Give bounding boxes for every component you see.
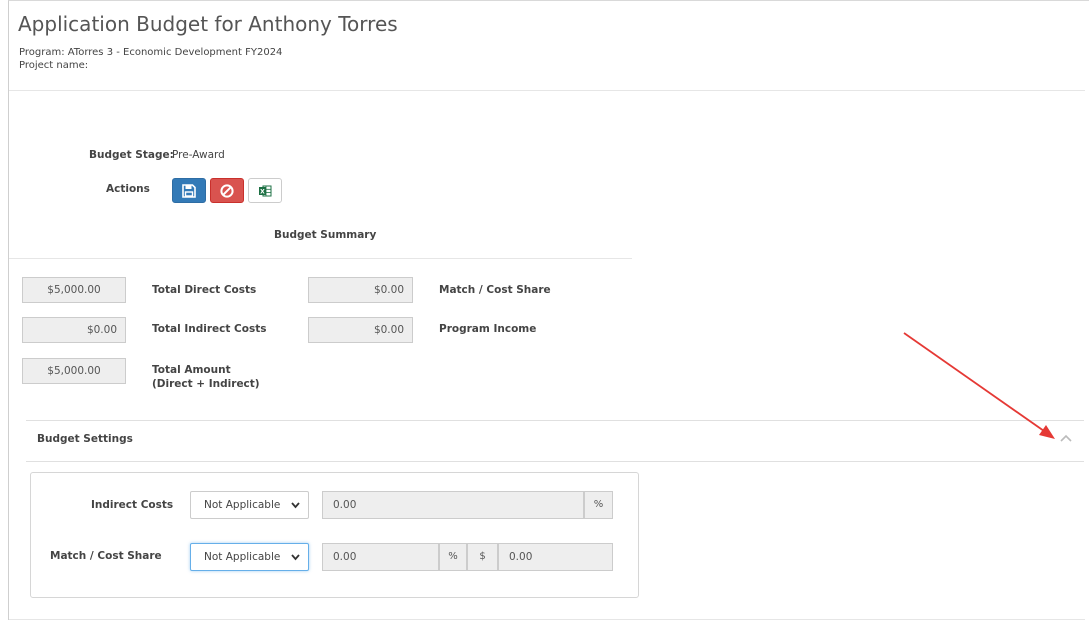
chevron-up-icon[interactable] (1060, 434, 1072, 442)
total-amount-label: Total Amount (152, 364, 231, 376)
indirect-costs-rate-input: 0.00 (322, 491, 584, 519)
indirect-percent-addon: % (584, 491, 613, 519)
total-amount-sublabel: (Direct + Indirect) (152, 378, 260, 390)
program-line: Program: ATorres 3 - Economic Developmen… (19, 47, 283, 58)
total-amount-value: $5,000.00 (22, 358, 126, 384)
export-excel-button[interactable]: X (248, 178, 282, 203)
match-cost-share-select[interactable]: Not Applicable (190, 543, 309, 571)
indirect-costs-select[interactable]: Not Applicable (190, 491, 309, 519)
budget-settings-panel: Indirect Costs Not Applicable 0.00 % Mat… (30, 472, 639, 598)
save-icon (182, 183, 196, 198)
ban-icon (220, 183, 234, 198)
match-dollar-addon: $ (467, 543, 498, 571)
match-cost-share-value: $0.00 (308, 277, 413, 303)
match-cost-share-settings-label: Match / Cost Share (50, 550, 162, 562)
budget-summary-heading: Budget Summary (274, 229, 377, 241)
budget-stage-label: Budget Stage: (89, 149, 174, 161)
summary-divider (9, 258, 632, 259)
program-income-value: $0.00 (308, 317, 413, 343)
program-income-label: Program Income (439, 323, 537, 335)
budget-stage-value: Pre-Award (172, 149, 225, 161)
match-percent-addon: % (439, 543, 467, 571)
save-button[interactable] (172, 178, 206, 203)
match-cost-share-select-value: Not Applicable (204, 551, 281, 563)
chevron-down-icon (291, 554, 300, 561)
cancel-button[interactable] (210, 178, 244, 203)
page-title: Application Budget for Anthony Torres (18, 12, 398, 36)
match-rate-input: 0.00 (322, 543, 439, 571)
budget-settings-header[interactable]: Budget Settings (26, 420, 1084, 462)
chevron-down-icon (291, 502, 300, 509)
total-indirect-costs-value: $0.00 (22, 317, 126, 343)
budget-settings-title: Budget Settings (37, 433, 133, 445)
match-amount-input: 0.00 (498, 543, 613, 571)
total-direct-costs-label: Total Direct Costs (152, 284, 257, 296)
indirect-costs-select-value: Not Applicable (204, 499, 281, 511)
indirect-costs-label: Indirect Costs (91, 499, 174, 511)
excel-icon: X (259, 185, 272, 196)
svg-text:X: X (260, 188, 265, 195)
actions-label: Actions (106, 183, 150, 195)
header-divider (9, 90, 1085, 91)
match-cost-share-label: Match / Cost Share (439, 284, 551, 296)
total-indirect-costs-label: Total Indirect Costs (152, 323, 267, 335)
total-direct-costs-value: $5,000.00 (22, 277, 126, 303)
project-line: Project name: (19, 60, 89, 71)
